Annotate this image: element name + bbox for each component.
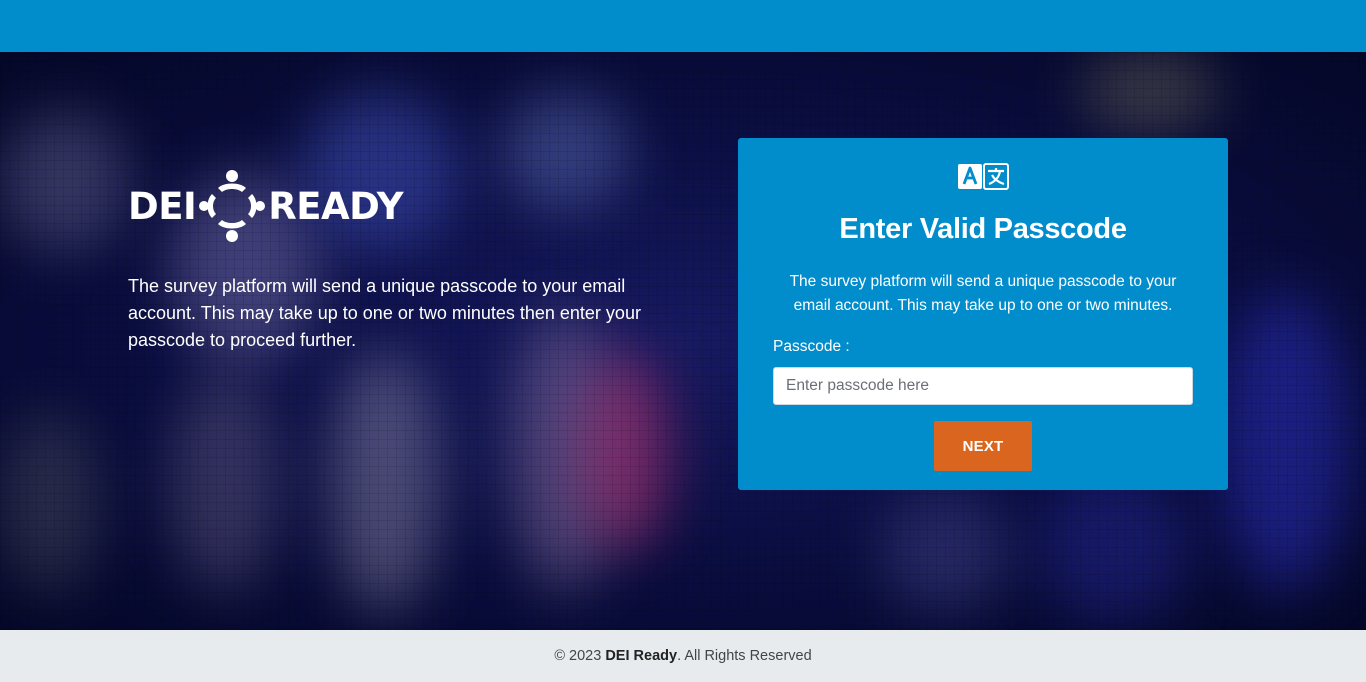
next-button[interactable]: NEXT — [934, 421, 1032, 471]
top-bar — [0, 0, 1366, 52]
card-title: Enter Valid Passcode — [839, 213, 1127, 245]
passcode-card: Enter Valid Passcode The survey platform… — [738, 138, 1228, 490]
passcode-label: Passcode : — [773, 338, 850, 355]
card-description: The survey platform will send a unique p… — [789, 273, 1177, 314]
footer-copyright: © 2023 — [554, 648, 606, 664]
footer: © 2023 DEI Ready. All Rights Reserved — [0, 630, 1366, 682]
translate-icon[interactable] — [957, 163, 1009, 190]
footer-rights: . All Rights Reserved — [677, 648, 812, 664]
dei-ready-logo: DEI READY — [128, 166, 403, 246]
logo-text-dei: DEI — [128, 184, 197, 228]
intro-text: The survey platform will send a unique p… — [128, 276, 641, 350]
people-circle-icon — [199, 170, 266, 242]
logo-text-ready: READY — [268, 184, 403, 228]
passcode-input[interactable] — [773, 367, 1193, 405]
footer-company: DEI Ready — [605, 648, 678, 664]
